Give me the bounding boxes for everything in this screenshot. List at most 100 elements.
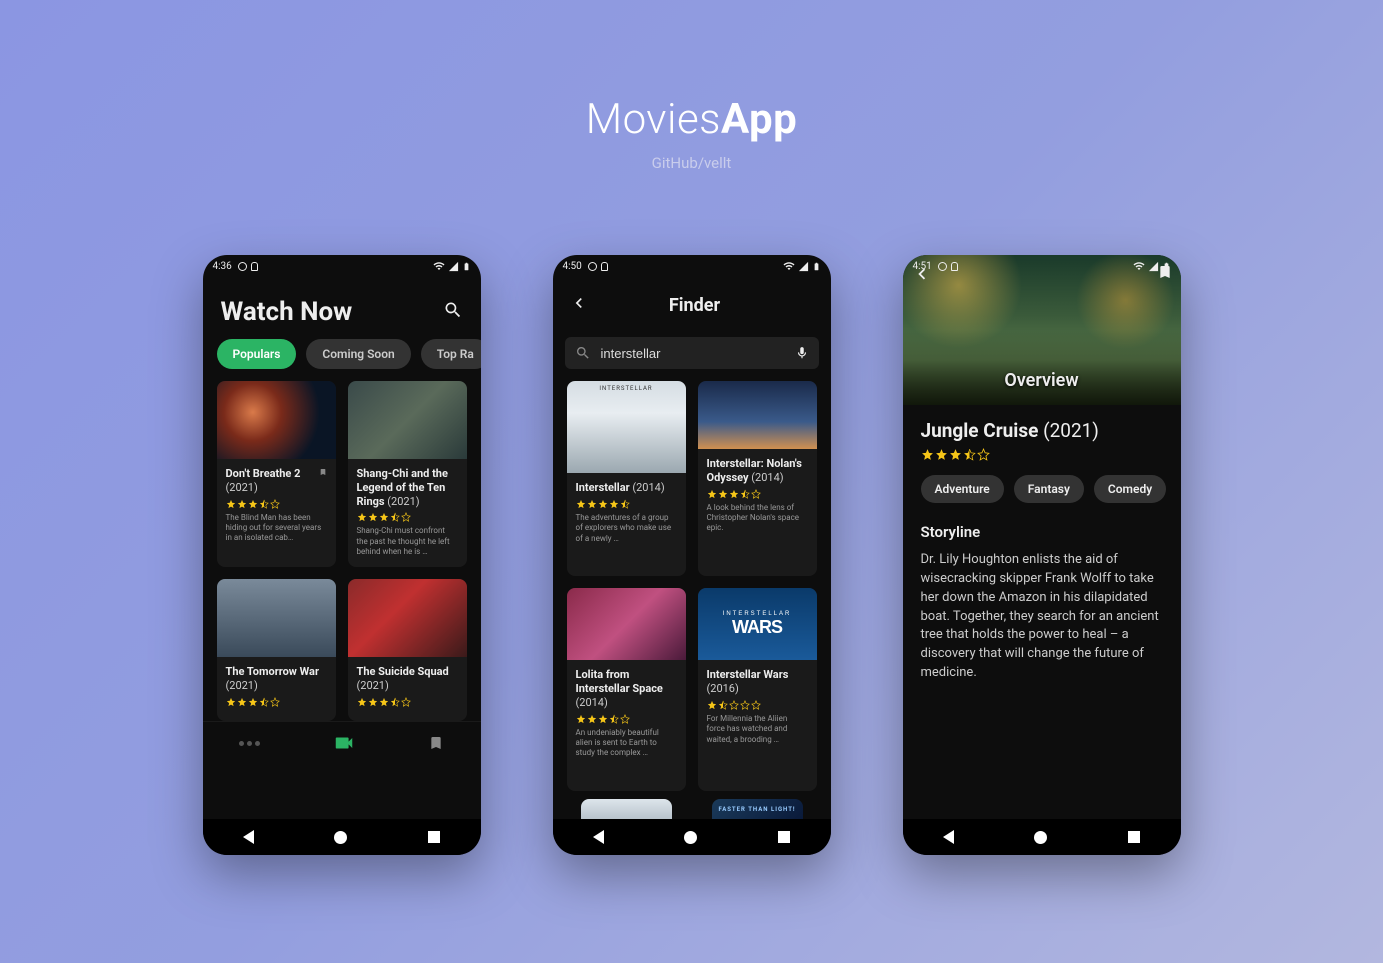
nav-home-icon[interactable]: [334, 831, 347, 844]
movie-card[interactable]: INTERSTELLARWARS Interstellar Wars (2016…: [698, 588, 817, 791]
phone-watch-now: 4:36 Watch Now Populars Coming Soon Top …: [203, 255, 481, 855]
rating-stars: [357, 697, 458, 707]
page-title: Watch Now: [221, 297, 443, 327]
search-box[interactable]: [565, 337, 819, 369]
wifi-icon: [433, 260, 445, 272]
search-input[interactable]: [601, 346, 785, 361]
wifi-icon: [1133, 260, 1145, 272]
movie-card[interactable]: The Suicide Squad (2021): [348, 579, 467, 721]
nav-recents-icon[interactable]: [778, 831, 790, 843]
movie-poster: [567, 588, 686, 660]
movie-description: Shang-Chi must confront the past he thou…: [357, 526, 458, 557]
status-bar: 4:50: [553, 255, 831, 277]
nav-back-icon[interactable]: [943, 830, 954, 844]
nav-back-icon[interactable]: [593, 830, 604, 844]
movie-title: Jungle Cruise (2021): [921, 419, 1163, 442]
battery-icon: [812, 260, 821, 273]
chip-populars[interactable]: Populars: [217, 339, 297, 369]
android-nav-bar: [903, 819, 1181, 855]
nav-recents-icon[interactable]: [1128, 831, 1140, 843]
chip-top-rated[interactable]: Top Ra: [421, 339, 481, 369]
android-nav-bar: [203, 819, 481, 855]
movie-poster: [348, 381, 467, 459]
status-icon: [601, 262, 608, 271]
overview-label: Overview: [1004, 370, 1078, 391]
wifi-icon: [783, 260, 795, 272]
status-icon: [951, 262, 958, 271]
movie-description: For Millennia the Aliien force has watch…: [707, 714, 808, 745]
status-bar: 4:51: [903, 255, 1181, 277]
movie-title: Interstellar (2014): [576, 481, 677, 495]
mic-icon[interactable]: [795, 345, 809, 361]
app-subtitle: GitHub/vellt: [0, 154, 1383, 172]
movie-title: Lolita from Interstellar Space (2014): [576, 668, 677, 709]
movie-description: A look behind the lens of Christopher No…: [707, 503, 808, 534]
movie-poster-teaser[interactable]: FASTER THAN LIGHT!: [712, 799, 803, 819]
movie-title: Interstellar: Nolan's Odyssey (2014): [707, 457, 808, 485]
movie-card[interactable]: Interstellar (2014) The adventures of a …: [567, 381, 686, 576]
nav-back-icon[interactable]: [243, 830, 254, 844]
movie-poster: INTERSTELLARWARS: [698, 588, 817, 660]
movie-title: The Tomorrow War (2021): [226, 665, 327, 693]
movie-card[interactable]: Lolita from Interstellar Space (2014) An…: [567, 588, 686, 791]
rating-stars: [357, 512, 458, 522]
filter-chips: Populars Coming Soon Top Ra: [203, 339, 481, 381]
storyline-text: Dr. Lily Houghton enlists the aid of wis…: [921, 551, 1163, 683]
movie-description: The adventures of a group of explorers w…: [576, 513, 677, 544]
tab-more-icon[interactable]: [239, 741, 260, 746]
search-icon: [575, 345, 591, 361]
status-time: 4:51: [913, 261, 932, 272]
tab-bookmarks-icon[interactable]: [428, 734, 444, 752]
chevron-left-icon: [569, 293, 589, 313]
tab-movies-icon[interactable]: [333, 732, 355, 754]
rating-stars: [226, 697, 327, 707]
movie-poster: [698, 381, 817, 449]
hero-section: MoviesApp GitHub/vellt: [0, 95, 1383, 172]
android-nav-bar: [553, 819, 831, 855]
genre-chip[interactable]: Fantasy: [1014, 475, 1084, 503]
bookmark-icon[interactable]: [319, 468, 327, 476]
signal-icon: [798, 261, 809, 272]
status-time: 4:50: [563, 261, 582, 272]
rating-stars: [921, 448, 1163, 461]
movie-poster: [217, 381, 336, 459]
genre-chips: Adventure Fantasy Comedy: [921, 475, 1163, 503]
status-icon: [938, 262, 947, 271]
movie-poster: [217, 579, 336, 657]
movie-card[interactable]: Don't Breathe 2 (2021) The Blind Man has…: [217, 381, 336, 567]
status-icon: [588, 262, 597, 271]
back-button[interactable]: [559, 287, 599, 323]
chip-coming-soon[interactable]: Coming Soon: [306, 339, 410, 369]
nav-recents-icon[interactable]: [428, 831, 440, 843]
movie-backdrop: Overview: [903, 255, 1181, 405]
movie-poster-teaser[interactable]: [581, 799, 672, 819]
movie-card[interactable]: Shang-Chi and the Legend of the Ten Ring…: [348, 381, 467, 567]
movie-poster: [567, 381, 686, 473]
page-title: Finder: [599, 295, 791, 316]
storyline-heading: Storyline: [921, 523, 1163, 541]
rating-stars: [576, 499, 677, 509]
genre-chip[interactable]: Adventure: [921, 475, 1004, 503]
movie-title: Interstellar Wars (2016): [707, 668, 808, 696]
battery-icon: [1162, 260, 1171, 273]
movie-card[interactable]: The Tomorrow War (2021): [217, 579, 336, 721]
genre-chip[interactable]: Comedy: [1094, 475, 1166, 503]
status-icon: [238, 262, 247, 271]
search-icon[interactable]: [443, 300, 463, 324]
signal-icon: [448, 261, 459, 272]
phone-detail: 4:51 Overview Jungle Cruise (2021): [903, 255, 1181, 855]
nav-home-icon[interactable]: [1034, 831, 1047, 844]
rating-stars: [576, 714, 677, 724]
status-time: 4:36: [213, 261, 232, 272]
movie-title: Don't Breathe 2 (2021): [226, 467, 315, 495]
rating-stars: [226, 499, 327, 509]
battery-icon: [462, 260, 471, 273]
status-bar: 4:36: [203, 255, 481, 277]
phone-finder: 4:50 Finder Interstellar (2014): [553, 255, 831, 855]
movie-description: An undeniably beautiful alien is sent to…: [576, 728, 677, 759]
movie-card[interactable]: Interstellar: Nolan's Odyssey (2014) A l…: [698, 381, 817, 576]
rating-stars: [707, 489, 808, 499]
movie-title: Shang-Chi and the Legend of the Ten Ring…: [357, 467, 458, 508]
signal-icon: [1148, 261, 1159, 272]
nav-home-icon[interactable]: [684, 831, 697, 844]
